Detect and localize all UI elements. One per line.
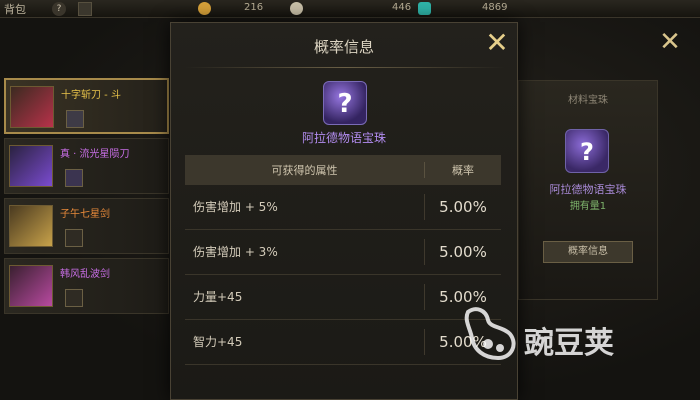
currency-2-value: 446 — [392, 2, 412, 13]
table-row: 力量+45 5.00% — [185, 275, 501, 320]
rate-cell: 5.00% — [439, 198, 487, 216]
currency-3-value: 4869 — [482, 2, 508, 13]
slot-icon — [65, 289, 83, 307]
panel-close-icon[interactable]: ✕ — [658, 29, 682, 55]
card-item-name: 阿拉德物语宝珠 — [549, 183, 627, 196]
table-header: 可获得的属性 概率 — [185, 155, 501, 185]
attribute-cell: 智力+45 — [185, 329, 425, 355]
silver-coin-icon — [290, 2, 303, 15]
slot-icon — [65, 169, 83, 187]
list-item[interactable]: 韩风乱波剑 — [4, 258, 169, 314]
list-item[interactable]: 十字斩刀 - 斗 — [4, 78, 169, 134]
header-attribute: 可获得的属性 — [185, 162, 425, 178]
top-bar: 背包 ? 216 446 4869 — [0, 0, 700, 18]
table-row: 智力+45 5.00% — [185, 320, 501, 365]
item-thumb — [10, 86, 54, 128]
probability-table: 可获得的属性 概率 伤害增加 + 5% 5.00% 伤害增加 + 3% 5.00… — [185, 155, 501, 365]
inventory-tab[interactable]: 背包 — [4, 1, 26, 17]
currency-1-value: 216 — [244, 2, 264, 13]
orb-item-icon: ? — [323, 81, 367, 125]
help-icon[interactable]: ? — [52, 2, 66, 16]
watermark-text: 豌豆荚 — [524, 326, 614, 361]
item-name: 子午七星剑 — [60, 209, 110, 220]
attribute-cell: 伤害增加 + 3% — [185, 239, 425, 265]
item-list: 十字斩刀 - 斗 真 · 流光星陨刀 子午七星剑 韩风乱波剑 — [4, 78, 169, 318]
modal-title: 概率信息 — [313, 38, 374, 56]
probability-info-button[interactable]: 概率信息 — [543, 241, 633, 263]
orb-item-icon: ? — [565, 129, 609, 173]
header-rate: 概率 — [452, 164, 474, 177]
gold-coin-icon — [198, 2, 211, 15]
list-item[interactable]: 真 · 流光星陨刀 — [4, 138, 169, 194]
attribute-cell: 伤害增加 + 5% — [185, 194, 425, 220]
close-icon[interactable]: ✕ — [483, 29, 511, 57]
item-thumb — [9, 145, 53, 187]
material-card: 材料宝珠 ? 阿拉德物语宝珠 拥有量1 概率信息 — [518, 80, 658, 300]
attribute-cell: 力量+45 — [185, 284, 425, 310]
list-item[interactable]: 子午七星剑 — [4, 198, 169, 254]
title-divider — [185, 67, 505, 68]
item-thumb — [9, 205, 53, 247]
item-thumb — [9, 265, 53, 307]
table-row: 伤害增加 + 5% 5.00% — [185, 185, 501, 230]
table-row: 伤害增加 + 3% 5.00% — [185, 230, 501, 275]
watermark: 豌豆荚 — [462, 298, 682, 368]
item-name: 真 · 流光星陨刀 — [60, 149, 130, 160]
item-name: 韩风乱波剑 — [60, 269, 110, 280]
item-name: 阿拉德物语宝珠 — [301, 131, 386, 145]
gem-icon — [418, 2, 431, 15]
slot-icon — [66, 110, 84, 128]
rate-cell: 5.00% — [439, 243, 487, 261]
item-name: 十字斩刀 - 斗 — [61, 90, 121, 101]
pea-logo-icon — [464, 307, 516, 361]
slot-icon — [65, 229, 83, 247]
menu-icon[interactable] — [78, 2, 92, 16]
owned-count: 拥有量1 — [569, 201, 607, 212]
card-header: 材料宝珠 — [568, 95, 608, 106]
